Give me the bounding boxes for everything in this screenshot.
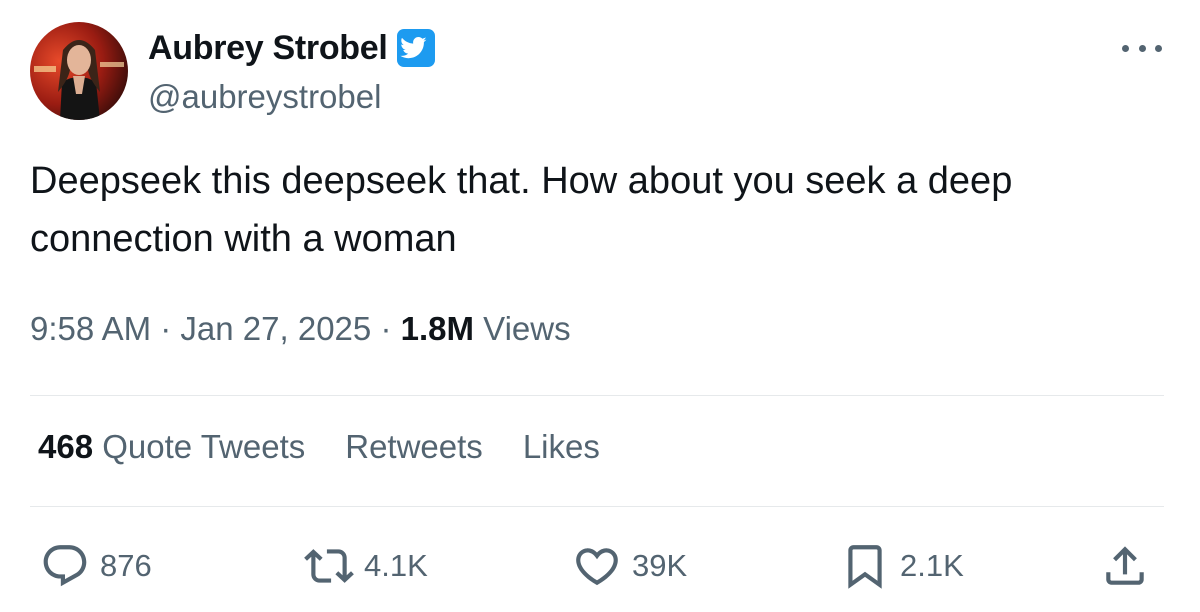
like-button[interactable]: 39K <box>572 538 687 594</box>
tweet-header: Aubrey Strobel @aubreystrobel <box>30 22 436 120</box>
share-button[interactable] <box>1100 538 1150 594</box>
engagement-stats: 468 Quote Tweets Retweets Likes <box>38 428 640 466</box>
views-count: 1.8M <box>400 310 474 347</box>
retweet-button[interactable]: 4.1K <box>304 538 428 594</box>
more-options-icon[interactable] <box>1122 36 1162 60</box>
meta-separator: · <box>380 310 401 347</box>
verified-badge-icon[interactable] <box>396 28 436 68</box>
reply-button[interactable]: 876 <box>40 538 152 594</box>
author-identity: Aubrey Strobel @aubreystrobel <box>148 26 436 116</box>
divider <box>30 395 1164 396</box>
heart-icon <box>576 548 618 586</box>
tweet-date[interactable]: Jan 27, 2025 <box>180 310 371 347</box>
likes-stat[interactable]: Likes <box>523 428 600 466</box>
avatar[interactable] <box>30 22 128 120</box>
author-handle[interactable]: @aubreystrobel <box>148 78 436 116</box>
reply-icon <box>43 545 87 587</box>
like-count: 39K <box>632 548 688 583</box>
tweet-text: Deepseek this deepseek that. How about y… <box>30 160 1013 260</box>
author-display-name[interactable]: Aubrey Strobel <box>148 29 388 68</box>
retweet-icon <box>304 549 354 583</box>
tweet-card: Aubrey Strobel @aubreystrobel Deepseek t… <box>0 0 1200 612</box>
quote-tweets-stat[interactable]: 468 Quote Tweets <box>38 428 305 466</box>
quote-tweets-label: Quote Tweets <box>102 428 306 465</box>
tweet-time[interactable]: 9:58 AM <box>30 310 151 347</box>
avatar-image <box>30 22 128 120</box>
retweets-label: Retweets <box>345 428 483 465</box>
bookmark-count: 2.1K <box>900 548 964 583</box>
meta-separator: · <box>160 310 181 347</box>
views-label: Views <box>483 310 571 347</box>
name-row: Aubrey Strobel <box>148 26 436 70</box>
bookmark-button[interactable]: 2.1K <box>840 538 964 594</box>
action-bar: 876 4.1K 39K 2.1K <box>40 538 1160 594</box>
share-icon <box>1106 546 1144 585</box>
bookmark-icon <box>848 545 882 589</box>
tweet-metadata: 9:58 AM · Jan 27, 2025 · 1.8M Views <box>30 310 571 348</box>
reply-count: 876 <box>100 548 152 583</box>
quote-tweets-count: 468 <box>38 428 94 465</box>
retweet-count: 4.1K <box>364 548 428 583</box>
likes-label: Likes <box>522 428 600 465</box>
divider <box>30 506 1164 507</box>
retweets-stat[interactable]: Retweets <box>345 428 483 466</box>
